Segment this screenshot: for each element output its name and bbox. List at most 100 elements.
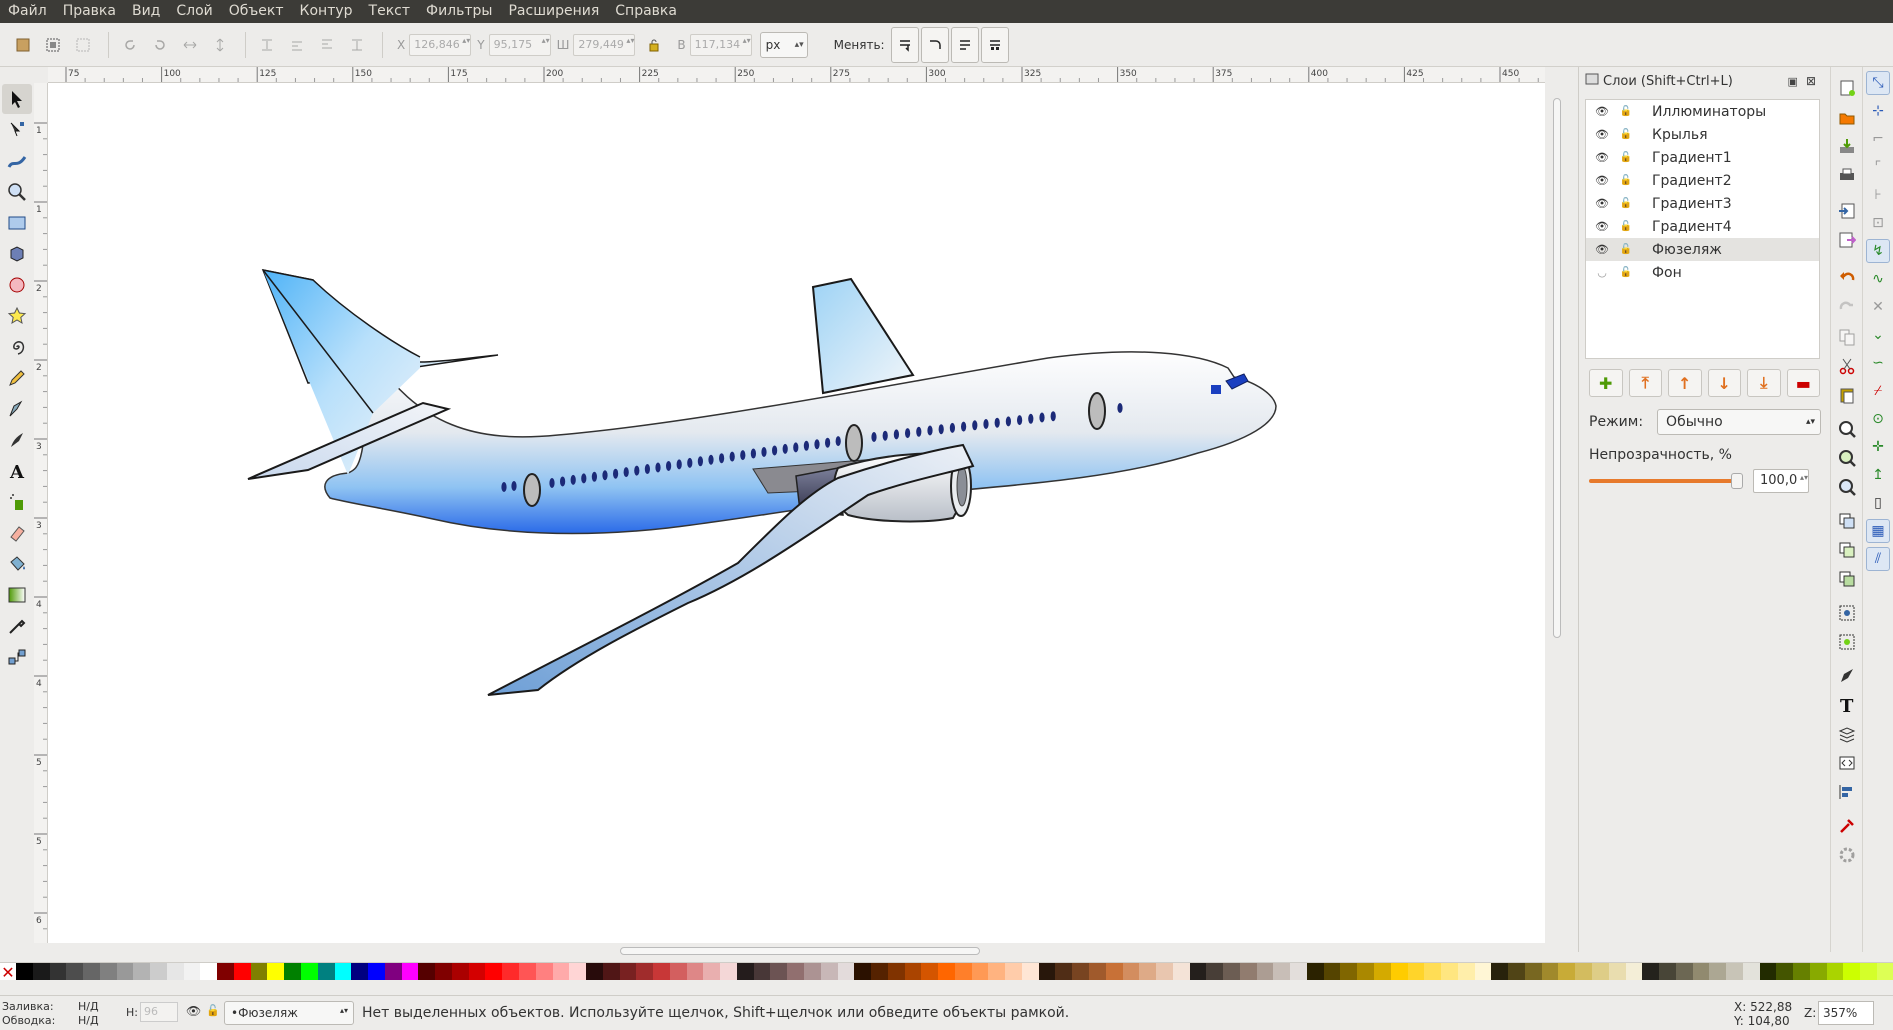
color-swatch[interactable] bbox=[1323, 963, 1341, 981]
width-field[interactable]: 279,449 bbox=[573, 33, 636, 56]
color-swatch[interactable] bbox=[636, 963, 654, 981]
color-swatch[interactable] bbox=[1558, 963, 1576, 981]
color-swatch[interactable] bbox=[1474, 963, 1492, 981]
menu-file[interactable]: Файл bbox=[0, 0, 55, 23]
color-swatch[interactable] bbox=[401, 963, 419, 981]
color-swatch[interactable] bbox=[1508, 963, 1525, 981]
eye-icon[interactable]: 👁 bbox=[1594, 197, 1610, 210]
unlock-icon[interactable]: 🔓 bbox=[1618, 221, 1634, 232]
color-swatch[interactable] bbox=[954, 963, 972, 981]
color-swatch[interactable] bbox=[1223, 963, 1240, 981]
box3d-icon[interactable] bbox=[2, 239, 32, 269]
snap-cusp-icon[interactable]: ⌄ bbox=[1866, 323, 1890, 347]
calligraphy-icon[interactable] bbox=[2, 425, 32, 455]
snap-center-icon[interactable]: ⊙ bbox=[1866, 407, 1890, 431]
color-swatch[interactable] bbox=[1374, 963, 1391, 981]
color-swatch[interactable] bbox=[1139, 963, 1157, 981]
color-swatch[interactable] bbox=[1005, 963, 1022, 981]
flip-vertical-icon[interactable] bbox=[207, 32, 233, 58]
unlock-icon[interactable]: 🔓 bbox=[1618, 244, 1634, 255]
snap-intersection-icon[interactable]: ✕ bbox=[1866, 295, 1890, 319]
color-swatch[interactable] bbox=[653, 963, 670, 981]
scale-corners-toggle[interactable] bbox=[920, 26, 949, 63]
vertical-scrollbar[interactable] bbox=[1547, 83, 1567, 943]
text-icon[interactable]: A bbox=[2, 456, 32, 486]
eye-closed-icon[interactable]: ◡ bbox=[1594, 266, 1610, 279]
lower-to-bottom-icon[interactable] bbox=[254, 32, 280, 58]
flip-horizontal-icon[interactable] bbox=[177, 32, 203, 58]
layer-row-selected[interactable]: 👁 🔓 Фюзеляж bbox=[1586, 238, 1819, 261]
color-swatch[interactable] bbox=[485, 963, 503, 981]
fill-stroke-values[interactable]: Н/Д Н/Д bbox=[78, 1000, 99, 1028]
color-swatch[interactable] bbox=[351, 963, 369, 981]
align-icon[interactable] bbox=[1834, 779, 1860, 805]
color-swatch[interactable] bbox=[99, 963, 117, 981]
rotate-cw-icon[interactable] bbox=[147, 32, 173, 58]
unlock-icon[interactable]: 🔓 bbox=[1618, 175, 1634, 186]
zoom-drawing-icon[interactable] bbox=[1834, 445, 1860, 471]
color-swatch[interactable] bbox=[535, 963, 553, 981]
y-field[interactable]: 95,175 bbox=[488, 33, 551, 56]
import-icon[interactable] bbox=[1834, 198, 1860, 224]
color-swatch[interactable] bbox=[166, 963, 184, 981]
unlock-icon[interactable]: 🔓 bbox=[206, 1004, 220, 1017]
zoom-page-icon[interactable] bbox=[1834, 474, 1860, 500]
scroll-thumb[interactable] bbox=[1553, 98, 1561, 638]
unlock-icon[interactable]: 🔓 bbox=[1618, 198, 1634, 209]
document-properties-icon[interactable] bbox=[1834, 813, 1860, 839]
color-swatch[interactable] bbox=[971, 963, 989, 981]
layer-row[interactable]: 👁 🔓 Градиент4 bbox=[1586, 215, 1819, 238]
color-swatch[interactable] bbox=[1239, 963, 1257, 981]
clone-icon[interactable] bbox=[1834, 537, 1860, 563]
color-swatch[interactable] bbox=[1675, 963, 1693, 981]
color-swatch[interactable] bbox=[317, 963, 335, 981]
node-icon[interactable] bbox=[2, 115, 32, 145]
color-swatch[interactable] bbox=[1172, 963, 1190, 981]
color-swatch[interactable] bbox=[1860, 963, 1877, 981]
color-swatch[interactable] bbox=[938, 963, 955, 981]
deselect-icon[interactable] bbox=[70, 32, 96, 58]
transform-patterns-toggle[interactable] bbox=[980, 26, 1009, 63]
color-swatch[interactable] bbox=[1726, 963, 1743, 981]
color-swatch[interactable] bbox=[1809, 963, 1827, 981]
color-swatch[interactable] bbox=[787, 963, 804, 981]
snap-rotation-center-icon[interactable]: ✛ bbox=[1866, 435, 1890, 459]
preferences-icon[interactable] bbox=[1834, 842, 1860, 868]
color-swatch[interactable] bbox=[1357, 963, 1375, 981]
undo-icon[interactable] bbox=[1834, 263, 1860, 289]
eraser-icon[interactable] bbox=[2, 518, 32, 548]
color-swatch[interactable] bbox=[1105, 963, 1123, 981]
color-swatch[interactable] bbox=[150, 963, 167, 981]
color-swatch[interactable] bbox=[217, 963, 234, 981]
scale-stroke-toggle[interactable] bbox=[890, 26, 919, 63]
palette-scrollbar[interactable] bbox=[0, 980, 1893, 994]
menu-help[interactable]: Справка bbox=[607, 0, 685, 23]
layer-row[interactable]: ◡ 🔓 Фон bbox=[1586, 261, 1819, 284]
redo-icon[interactable] bbox=[1834, 292, 1860, 318]
eye-icon[interactable]: 👁 bbox=[1594, 220, 1610, 233]
lower-layer-button[interactable]: ↓ bbox=[1707, 369, 1741, 397]
color-swatch[interactable] bbox=[1256, 963, 1274, 981]
color-swatch[interactable] bbox=[66, 963, 84, 981]
color-swatch[interactable] bbox=[1457, 963, 1475, 981]
color-swatch[interactable] bbox=[904, 963, 922, 981]
color-swatch[interactable] bbox=[770, 963, 788, 981]
text-font-icon[interactable]: T bbox=[1834, 692, 1860, 718]
color-swatch[interactable] bbox=[250, 963, 268, 981]
color-swatch[interactable] bbox=[1759, 963, 1777, 981]
color-swatch[interactable] bbox=[1709, 963, 1727, 981]
snap-bbox-center-icon[interactable]: ⊡ bbox=[1866, 211, 1890, 235]
copy-icon[interactable] bbox=[1834, 324, 1860, 350]
export-icon[interactable] bbox=[1834, 227, 1860, 253]
color-swatch[interactable] bbox=[284, 963, 302, 981]
color-swatch[interactable] bbox=[871, 963, 888, 981]
color-swatch[interactable] bbox=[1306, 963, 1324, 981]
eye-icon[interactable]: 👁 bbox=[1594, 243, 1610, 256]
color-swatch[interactable] bbox=[435, 963, 452, 981]
unit-select[interactable]: px ▴▾ bbox=[759, 31, 808, 58]
eye-icon[interactable]: 👁 bbox=[1594, 105, 1610, 118]
color-swatch[interactable] bbox=[720, 963, 737, 981]
color-swatch[interactable] bbox=[552, 963, 570, 981]
color-swatch[interactable] bbox=[233, 963, 251, 981]
color-swatch[interactable] bbox=[49, 963, 67, 981]
